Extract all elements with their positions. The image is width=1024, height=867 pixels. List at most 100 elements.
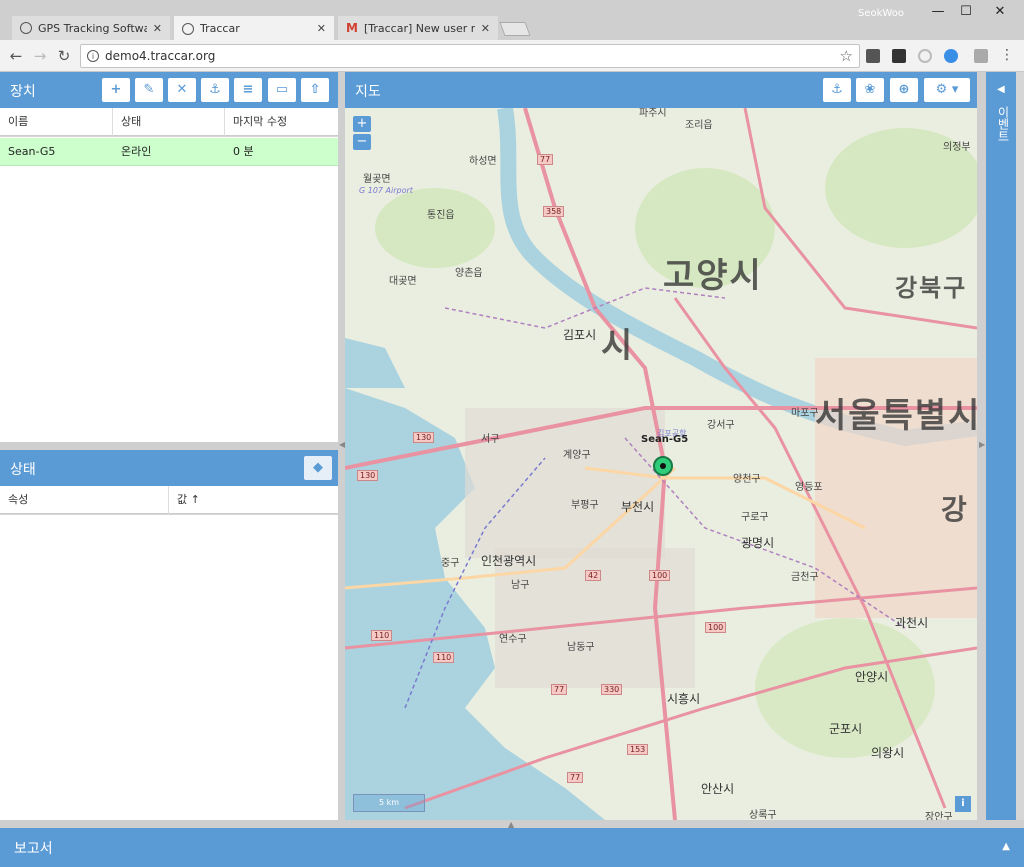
browser-menu-icon[interactable]: ⋮ [1000,47,1014,63]
road-number: 77 [551,684,568,695]
road-number: 110 [433,652,455,663]
map-label: 군포시 [829,722,863,736]
address-bar[interactable]: i demo4.traccar.org ☆ [80,44,860,68]
new-tab-button[interactable] [499,22,531,36]
expand-up-icon[interactable]: ▲ [1002,841,1010,852]
back-icon[interactable]: ← [6,46,26,66]
map-label: 조리읍 [685,120,713,131]
map-label: 남구 [511,580,530,591]
map-label: 부평구 [571,500,599,511]
map-label: 서울특별시 [815,396,977,436]
scale-bar: 5 km [353,794,425,812]
device-marker[interactable] [653,456,673,476]
attribution-info-icon[interactable]: i [955,796,971,812]
collapse-right-icon[interactable]: ▶ [979,440,985,449]
tab-gps-tracking[interactable]: GPS Tracking Software - ✕ [12,16,170,40]
cloud-extension-icon[interactable] [944,49,958,63]
address-toolbar: ← → ↻ i demo4.traccar.org ☆ ⋮ [0,40,1024,72]
column-header-status[interactable]: 상태 [113,108,225,136]
show-reports-icon[interactable]: ⚓ [823,78,851,102]
map-label: 남동구 [567,642,595,653]
reports-title: 보고서 [14,841,53,857]
column-header-last-update[interactable]: 마지막 수정 [225,108,338,136]
vertical-splitter[interactable] [0,442,338,450]
column-header-attribute[interactable]: 속성 [0,486,169,514]
device-card-button[interactable]: ▭ [268,78,296,102]
close-icon[interactable]: ✕ [481,22,490,35]
map-label: 마포구 [791,408,819,419]
column-header-name[interactable]: 이름 [0,108,113,136]
map-label: 연수구 [499,634,527,645]
road-number: 100 [649,570,671,581]
extension-icon[interactable] [866,49,880,63]
map-label: 서구 [481,434,500,445]
forward-icon[interactable]: → [30,46,50,66]
road-number: 330 [601,684,623,695]
events-panel-collapsed[interactable]: ◀ 이벤트 [986,72,1016,820]
map-label: G 107 Airport [359,186,413,195]
map-label: 안양시 [855,670,889,684]
map-label: 금천구 [791,572,819,583]
road-number: 77 [537,154,554,165]
devices-title: 장치 [10,84,36,100]
zoom-out-button[interactable]: − [353,134,371,150]
translate-extension-icon[interactable] [892,49,906,63]
edit-device-button[interactable]: ✎ [135,78,163,102]
extension-circle-icon[interactable] [918,49,932,63]
traccar-favicon-icon [20,22,32,34]
map-label: 구로구 [741,512,769,523]
profile-name[interactable]: SeokWoo [858,8,904,19]
add-device-button[interactable]: + [102,78,130,102]
url-text[interactable]: demo4.traccar.org [105,49,215,63]
t-extension-icon[interactable] [974,49,988,63]
reports-panel-collapsed[interactable]: 보고서 ▲ [0,828,1024,867]
map-label: 김포시 [563,328,597,342]
remove-device-button[interactable]: ✕ [168,78,196,102]
zoom-in-button[interactable]: + [353,116,371,132]
minimize-icon[interactable]: — [926,4,950,22]
map-label: 의왕시 [871,746,905,760]
map-label: 시 [601,326,635,366]
follow-paw-icon[interactable]: ❀ [856,78,884,102]
close-icon[interactable]: ✕ [317,22,326,35]
table-row[interactable]: Sean-G5 온라인 0 분 [0,138,338,166]
list-button[interactable]: ≡ [234,78,262,102]
tab-gmail[interactable]: M [Traccar] New user regis ✕ [338,16,498,40]
reload-icon[interactable]: ↻ [54,46,74,66]
map-label: 양촌읍 [455,268,483,279]
map-label: 강서구 [707,420,735,431]
gmail-icon: M [346,21,358,35]
road-number: 130 [357,470,379,481]
events-title: 이벤트 [996,106,1010,142]
map-canvas[interactable]: + − 고양시 서울특별시 강북구 강 시 김포시 부천시 인천광역시 광명시 … [345,108,977,820]
send-command-button[interactable]: ⇧ [301,78,329,102]
road-number: 110 [371,630,393,641]
geofence-button[interactable]: ⚓ [201,78,229,102]
locate-crosshair-icon[interactable]: ⊕ [890,78,918,102]
window-close-icon[interactable]: ✕ [988,4,1012,22]
map-label: 양천구 [733,474,761,485]
expand-left-icon[interactable]: ◀ [997,84,1005,95]
road-number: 77 [567,772,584,783]
state-panel-header: 상태 ◆ [0,450,338,486]
column-header-value[interactable]: 값 ↑ [169,486,338,514]
map-label: 중구 [441,558,460,569]
road-number: 100 [705,622,727,633]
tab-title: Traccar [200,22,240,35]
state-title: 상태 [10,462,36,478]
map-label: 하성면 [469,156,497,167]
bookmark-star-icon[interactable]: ☆ [840,47,853,65]
tab-title: GPS Tracking Software - [38,21,147,35]
info-icon[interactable]: i [87,50,99,62]
maximize-icon[interactable]: ☐ [954,4,978,22]
map-label: 영등포 [795,482,823,493]
tab-traccar[interactable]: Traccar ✕ [174,16,334,41]
map-label: 시흥시 [667,692,701,706]
map-title: 지도 [355,84,381,100]
map-label: 고양시 [663,256,763,296]
tag-icon[interactable]: ◆ [304,456,332,480]
close-icon[interactable]: ✕ [153,22,162,35]
devices-grid-header: 이름 상태 마지막 수정 [0,108,338,136]
settings-gear-icon[interactable]: ⚙ ▾ [924,78,970,102]
road-number: 153 [627,744,649,755]
